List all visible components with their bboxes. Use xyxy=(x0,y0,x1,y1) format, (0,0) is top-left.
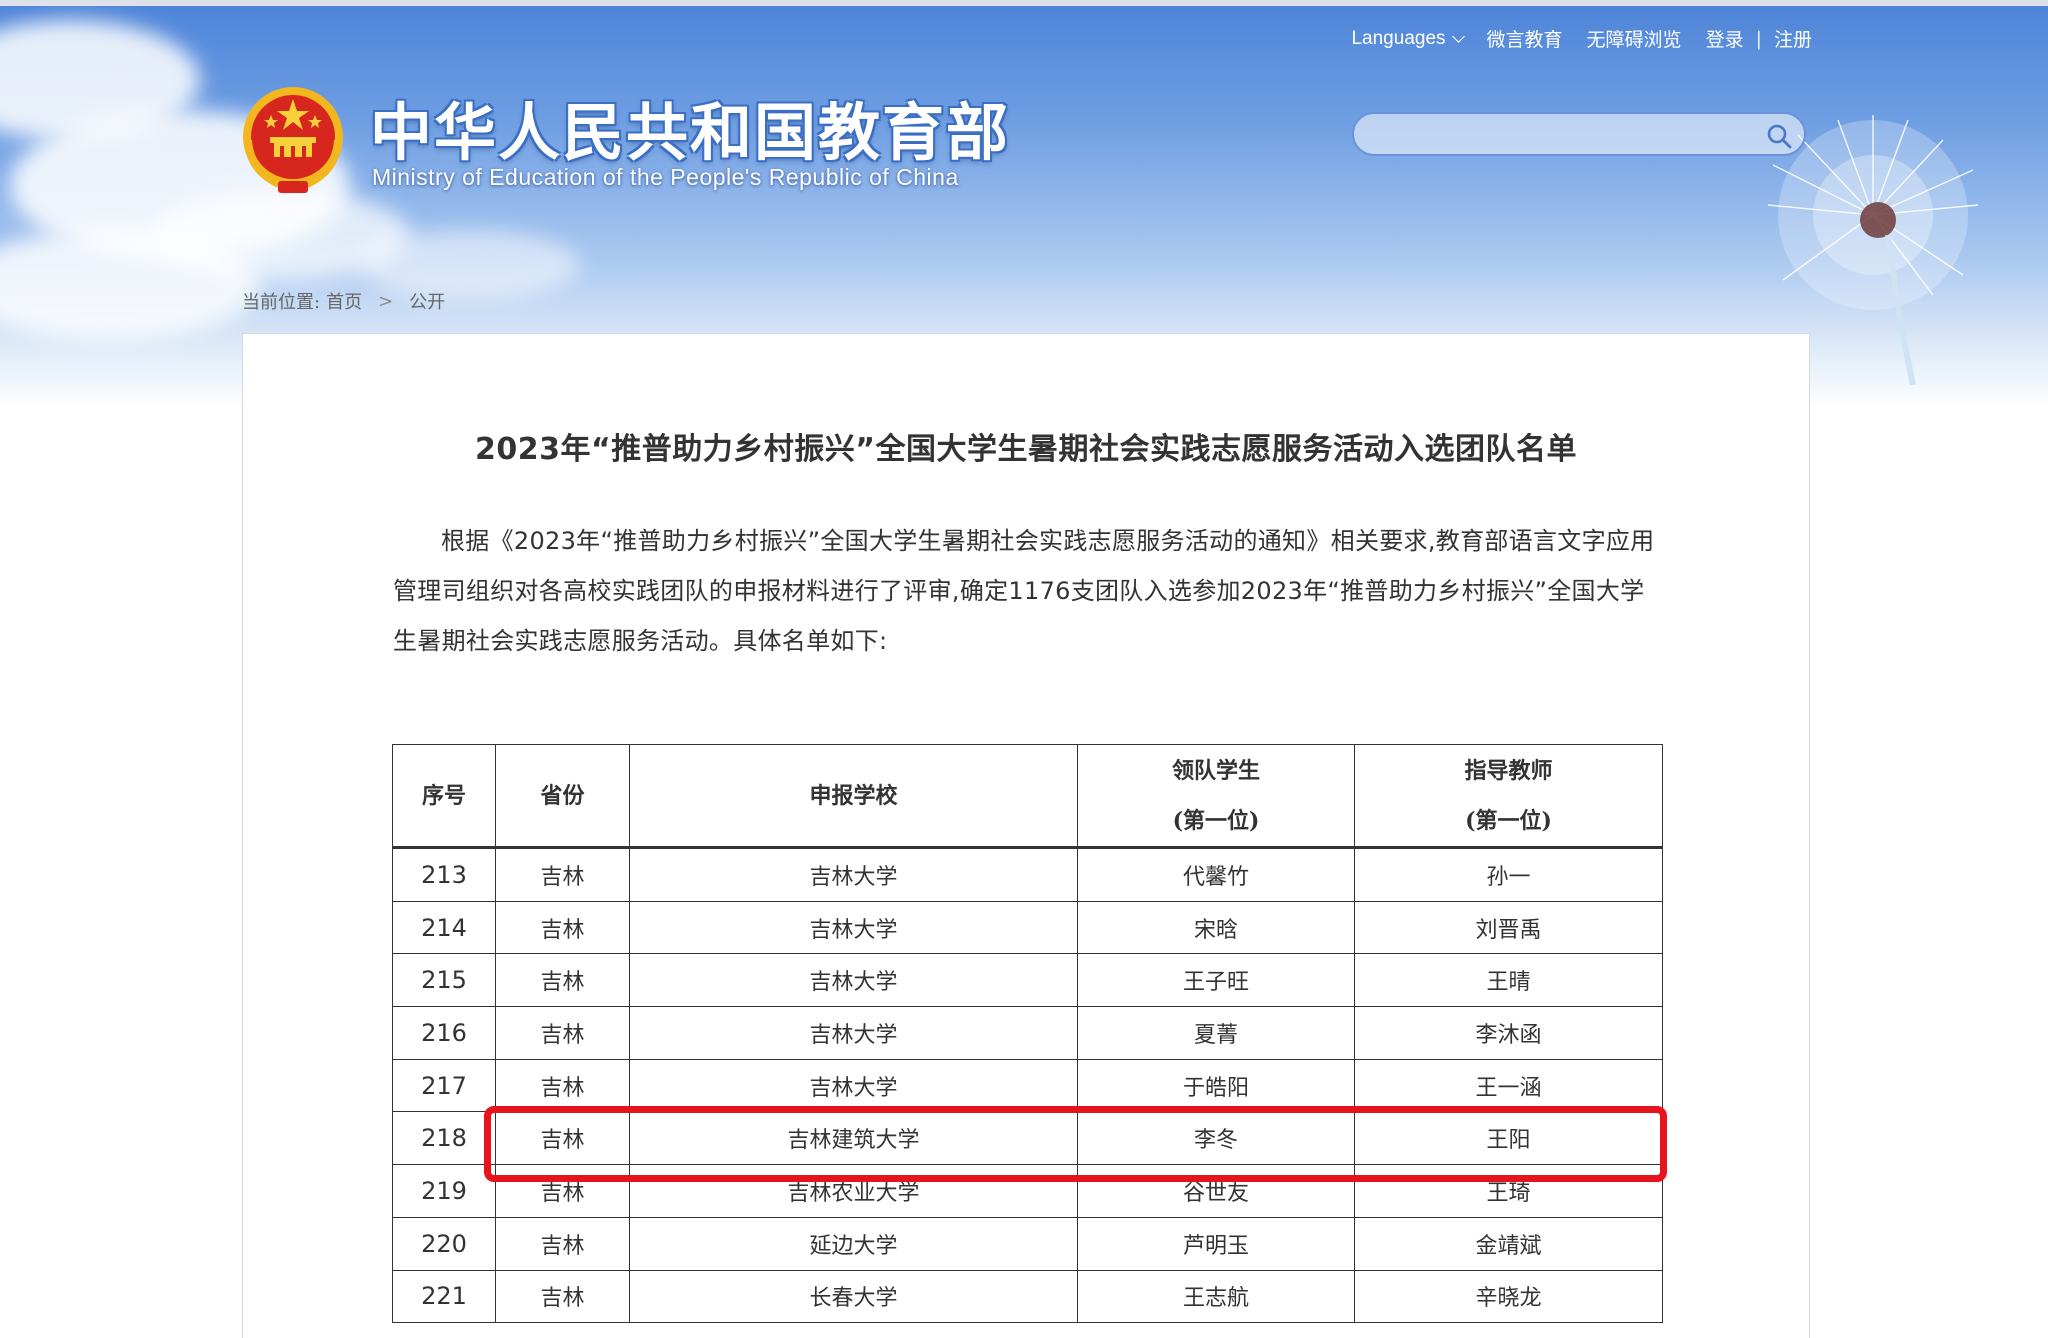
header-teacher-sub: (第一位) xyxy=(1465,807,1552,834)
cell-leader: 夏菁 xyxy=(1077,1006,1355,1060)
cell-province: 吉林 xyxy=(495,1164,630,1218)
table-row: 214 吉林 吉林大学 宋晗 刘晋禹 xyxy=(392,900,1663,955)
cell-school: 延边大学 xyxy=(629,1216,1078,1271)
team-list-table: 序号 省份 申报学校 领队学生 (第一位) 指导教师 (第一位) 213 吉林 … xyxy=(392,744,1663,1324)
top-strip xyxy=(0,0,2048,6)
cell-school: 吉林大学 xyxy=(629,1006,1078,1060)
cell-teacher: 辛晓龙 xyxy=(1354,1269,1663,1324)
cell-teacher: 孙一 xyxy=(1354,846,1663,902)
cell-teacher: 王琦 xyxy=(1354,1164,1663,1218)
table-row-highlighted: 218 吉林 吉林建筑大学 李冬 王阳 xyxy=(392,1111,1663,1166)
cell-teacher: 王一涵 xyxy=(1354,1058,1663,1113)
cell-school: 吉林大学 xyxy=(629,953,1078,1008)
cell-no: 216 xyxy=(392,1006,496,1060)
cell-no: 215 xyxy=(392,953,496,1008)
header-school: 申报学校 xyxy=(629,744,1078,848)
article-title: 2023年“推普助力乡村振兴”全国大学生暑期社会实践志愿服务活动入选团队名单 xyxy=(475,432,1577,467)
chevron-down-icon xyxy=(1451,29,1465,43)
article-body: 根据《2023年“推普助力乡村振兴”全国大学生暑期社会实践志愿服务活动的通知》相… xyxy=(393,527,1655,655)
table-row: 216 吉林 吉林大学 夏菁 李沐函 xyxy=(392,1006,1663,1060)
cell-province: 吉林 xyxy=(495,953,630,1008)
cell-province: 吉林 xyxy=(495,1006,630,1060)
languages-label: Languages xyxy=(1351,27,1446,49)
cell-province: 吉林 xyxy=(495,900,630,955)
table-row: 217 吉林 吉林大学 于皓阳 王一涵 xyxy=(392,1058,1663,1113)
cell-teacher: 刘晋禹 xyxy=(1354,900,1663,955)
accessible-browse-link[interactable]: 无障碍浏览 xyxy=(1587,25,1682,52)
header-leader: 领队学生 (第一位) xyxy=(1077,744,1355,848)
breadcrumb-current-link[interactable]: 公开 xyxy=(409,288,445,314)
header-no: 序号 xyxy=(392,744,496,848)
cell-leader: 芦明玉 xyxy=(1077,1216,1355,1271)
cell-school: 吉林大学 xyxy=(629,1058,1078,1113)
cell-school: 吉林大学 xyxy=(629,846,1078,902)
cell-teacher: 王晴 xyxy=(1354,953,1663,1008)
cell-leader: 李冬 xyxy=(1077,1111,1355,1166)
cell-no: 218 xyxy=(392,1111,496,1166)
cell-province: 吉林 xyxy=(495,1216,630,1271)
cell-no: 220 xyxy=(392,1216,496,1271)
content-card: 2023年“推普助力乡村振兴”全国大学生暑期社会实践志愿服务活动入选团队名单 根… xyxy=(242,333,1810,1338)
table-header-row: 序号 省份 申报学校 领队学生 (第一位) 指导教师 (第一位) xyxy=(392,744,1663,848)
cell-school: 吉林农业大学 xyxy=(629,1164,1078,1218)
cell-school: 吉林大学 xyxy=(629,900,1078,955)
search-icon[interactable] xyxy=(1766,123,1792,149)
register-link[interactable]: 注册 xyxy=(1774,25,1812,52)
site-subtitle: Ministry of Education of the People's Re… xyxy=(372,164,959,190)
cell-leader: 代馨竹 xyxy=(1077,846,1355,902)
national-emblem-icon[interactable] xyxy=(240,85,346,195)
table-row: 213 吉林 吉林大学 代馨竹 孙一 xyxy=(392,846,1663,902)
table-row: 215 吉林 吉林大学 王子旺 王晴 xyxy=(392,953,1663,1008)
cell-province: 吉林 xyxy=(495,1269,630,1324)
search-input[interactable] xyxy=(1372,120,1756,150)
cell-leader: 于皓阳 xyxy=(1077,1058,1355,1113)
header-leader-label: 领队学生 xyxy=(1171,757,1260,784)
breadcrumb-label: 当前位置: xyxy=(242,292,321,313)
cell-no: 221 xyxy=(392,1269,496,1324)
nav-separator: | xyxy=(1755,27,1762,50)
header-teacher: 指导教师 (第一位) xyxy=(1354,744,1663,848)
search-box xyxy=(1352,112,1806,156)
top-nav: Languages 微言教育 无障碍浏览 登录 | 注册 xyxy=(1327,25,1812,52)
header-teacher-label: 指导教师 xyxy=(1464,757,1553,784)
cell-province: 吉林 xyxy=(495,846,630,902)
cell-no: 219 xyxy=(392,1164,496,1218)
cell-leader: 王志航 xyxy=(1077,1269,1355,1324)
cell-no: 213 xyxy=(392,846,496,902)
cell-teacher: 金靖斌 xyxy=(1354,1216,1663,1271)
cell-province: 吉林 xyxy=(495,1111,630,1166)
cell-no: 214 xyxy=(392,900,496,955)
weiyan-link[interactable]: 微言教育 xyxy=(1487,25,1563,52)
cell-teacher: 李沐函 xyxy=(1354,1006,1663,1060)
breadcrumb-separator: > xyxy=(378,290,394,312)
header-leader-sub: (第一位) xyxy=(1172,807,1260,834)
breadcrumb-home-link[interactable]: 首页 xyxy=(326,288,362,314)
cell-province: 吉林 xyxy=(495,1058,630,1113)
cell-no: 217 xyxy=(392,1058,496,1113)
cell-school: 长春大学 xyxy=(629,1269,1078,1324)
languages-menu[interactable]: Languages xyxy=(1351,27,1465,50)
table-row: 221 吉林 长春大学 王志航 辛晓龙 xyxy=(392,1269,1663,1324)
cell-leader: 王子旺 xyxy=(1077,953,1355,1008)
header-province: 省份 xyxy=(495,744,630,848)
cell-leader: 宋晗 xyxy=(1077,900,1355,955)
cell-school: 吉林建筑大学 xyxy=(629,1111,1078,1166)
cell-teacher: 王阳 xyxy=(1354,1111,1663,1166)
site-title[interactable]: 中华人民共和国教育部 xyxy=(370,82,1010,172)
breadcrumb: 当前位置: 首页 > 公开 xyxy=(242,288,445,314)
cell-leader: 谷世友 xyxy=(1077,1164,1355,1218)
table-row: 219 吉林 吉林农业大学 谷世友 王琦 xyxy=(392,1164,1663,1218)
login-link[interactable]: 登录 xyxy=(1706,25,1744,52)
table-row: 220 吉林 延边大学 芦明玉 金靖斌 xyxy=(392,1216,1663,1271)
